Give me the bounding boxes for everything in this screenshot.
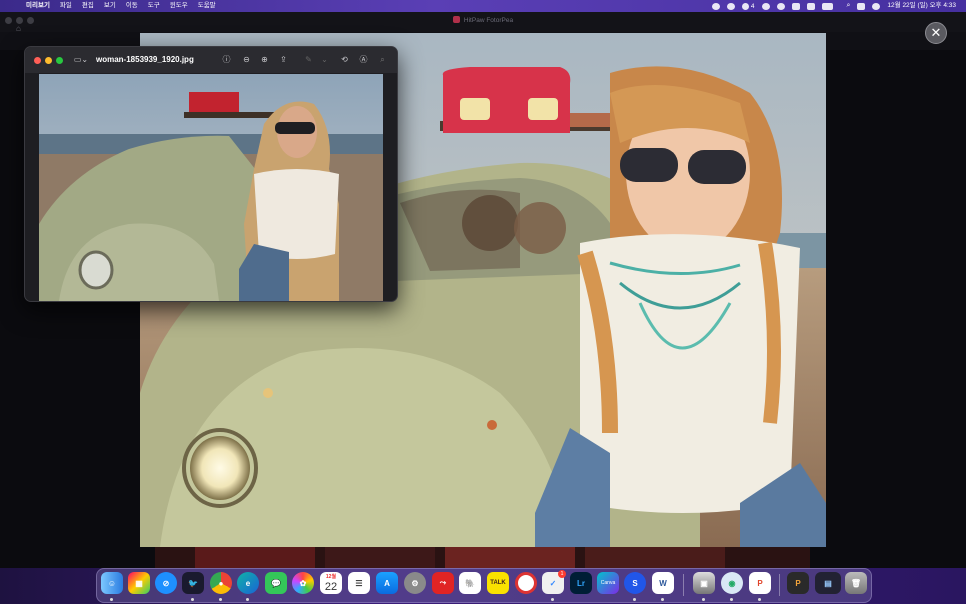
evernote-icon[interactable]: 🐘 [459,572,481,594]
recent-document-icon[interactable]: P [787,572,809,594]
app-store-icon[interactable]: A [376,572,398,594]
word-icon[interactable]: W [652,572,674,594]
dock-running-dot [758,598,761,601]
status-sync-icon[interactable] [776,2,785,10]
preview-filename: woman-1853939_1920.jpg [96,55,194,64]
app-title: HitPaw FotorPea [0,16,966,24]
control-center-icon[interactable] [857,2,866,10]
home-icon[interactable]: ⌂ [16,24,21,33]
app-logo-icon [452,16,460,23]
menu-help[interactable]: 도움말 [198,0,216,12]
thumbnail-strip-illustration [155,547,810,568]
status-check-icon[interactable] [741,2,749,10]
original-photo [39,74,383,301]
share-icon[interactable]: ⇪ [278,54,289,65]
markup-icon[interactable]: ✎ [303,54,314,65]
status-cloud-icon[interactable] [761,2,770,10]
zoom-in-icon[interactable]: ⊕ [259,54,270,65]
trash-icon[interactable]: 🗑 [845,572,867,594]
dock-running-dot [661,598,664,601]
status-badge: 4 [750,2,755,10]
remote-app-icon[interactable]: ⤳ [432,572,454,594]
siri-icon[interactable] [872,2,881,10]
dock-running-dot [551,598,554,601]
kakaotalk-icon[interactable]: TALK [487,572,509,594]
close-button[interactable]: ✕ [925,22,947,44]
kakaotalk-label: TALK [490,580,506,586]
calendar-month: 12월 [325,573,337,580]
menu-window[interactable]: 윈도우 [170,0,188,12]
system-settings-icon[interactable]: ⚙ [404,572,426,594]
dock-running-dot [702,598,705,601]
info-icon[interactable]: ⓘ [221,54,232,65]
annotate-icon[interactable]: Ⓐ [358,54,369,65]
launchpad-icon[interactable]: ▦ [128,572,150,594]
thumbnail-strip [155,547,810,568]
zoom-out-icon[interactable]: ⊖ [241,54,252,65]
dock: ☺ ▦ ⊘ 🐦 ● e 💬 ✿ 12월 22 ☰ A ⚙ ⤳ 🐘 TALK ✓ … [96,568,872,603]
image-capture-icon[interactable]: ◉ [721,572,743,594]
time-tracker-icon[interactable] [515,572,537,594]
preview-app-icon[interactable]: ▣ [693,572,715,594]
photos-icon[interactable]: ✿ [292,572,314,594]
original-photo-illustration [39,74,383,301]
dock-running-dot [110,598,113,601]
menu-tools[interactable]: 도구 [148,0,160,12]
menu-file[interactable]: 파일 [60,0,72,12]
menu-app-name[interactable]: 미리보기 [26,0,50,12]
menu-bar: 미리보기 파일 편집 보기 이동 도구 윈도우 도움말 4 ⌕ 12월 22일 … [0,0,966,12]
fotorpea-app-icon[interactable]: P [749,572,771,594]
preview-toolbar: ▭⌄ woman-1853939_1920.jpg ⓘ ⊖ ⊕ ⇪ ✎ ⌄ ⟲ … [25,47,397,73]
dock-running-dot [730,598,733,601]
search-icon[interactable]: ⌕ [847,2,851,10]
safari-icon[interactable]: ⊘ [155,572,177,594]
menu-view[interactable]: 보기 [104,0,116,12]
calendar-icon[interactable]: 12월 22 [320,572,342,594]
lightroom-icon[interactable]: Lr [570,572,592,594]
status-chat-icon[interactable] [711,2,720,10]
finder-icon[interactable]: ☺ [101,572,123,594]
canva-label: Canva [600,580,616,586]
lightroom-label: Lr [577,578,585,588]
edge-icon[interactable]: e [237,572,259,594]
status-grid-icon[interactable] [791,2,800,10]
dock-running-dot [633,598,636,601]
app-titlebar: HitPaw FotorPea [0,12,966,32]
menubar-clock[interactable]: 12월 22일 (일) 오후 4:33 [887,0,956,12]
calendar-day: 22 [324,580,338,593]
preview-window: ▭⌄ woman-1853939_1920.jpg ⓘ ⊖ ⊕ ⇪ ✎ ⌄ ⟲ … [24,46,398,302]
messages-icon[interactable]: 💬 [265,572,287,594]
signal-icon[interactable]: S [624,572,646,594]
battery-icon[interactable] [821,2,833,10]
dock-separator [683,574,684,596]
canva-icon[interactable]: Canva [597,572,619,594]
menu-edit[interactable]: 편집 [82,0,94,12]
app-title-text: HitPaw FotorPea [463,17,514,24]
chrome-icon[interactable]: ● [210,572,232,594]
preview-close-button[interactable] [34,57,41,64]
rotate-icon[interactable]: ⟲ [339,54,350,65]
menu-go[interactable]: 이동 [126,0,138,12]
status-keyboard-icon[interactable] [806,2,815,10]
dock-running-dot [191,598,194,601]
downloads-stack-icon[interactable]: ▤ [815,572,841,594]
preview-minimize-button[interactable] [45,57,52,64]
dock-running-dot [246,598,249,601]
bird-app-icon[interactable]: 🐦 [182,572,204,594]
dock-separator [779,574,780,596]
markup-dropdown-icon[interactable]: ⌄ [319,54,330,65]
reminders-icon[interactable]: ☰ [348,572,370,594]
dock-running-dot [219,598,222,601]
status-app-icon[interactable] [726,2,735,10]
preview-search-icon[interactable]: ⌕ [377,54,388,65]
notification-badge: 1 [558,570,566,578]
sidebar-toggle-icon[interactable]: ▭⌄ [73,54,89,65]
preview-zoom-button[interactable] [56,57,63,64]
